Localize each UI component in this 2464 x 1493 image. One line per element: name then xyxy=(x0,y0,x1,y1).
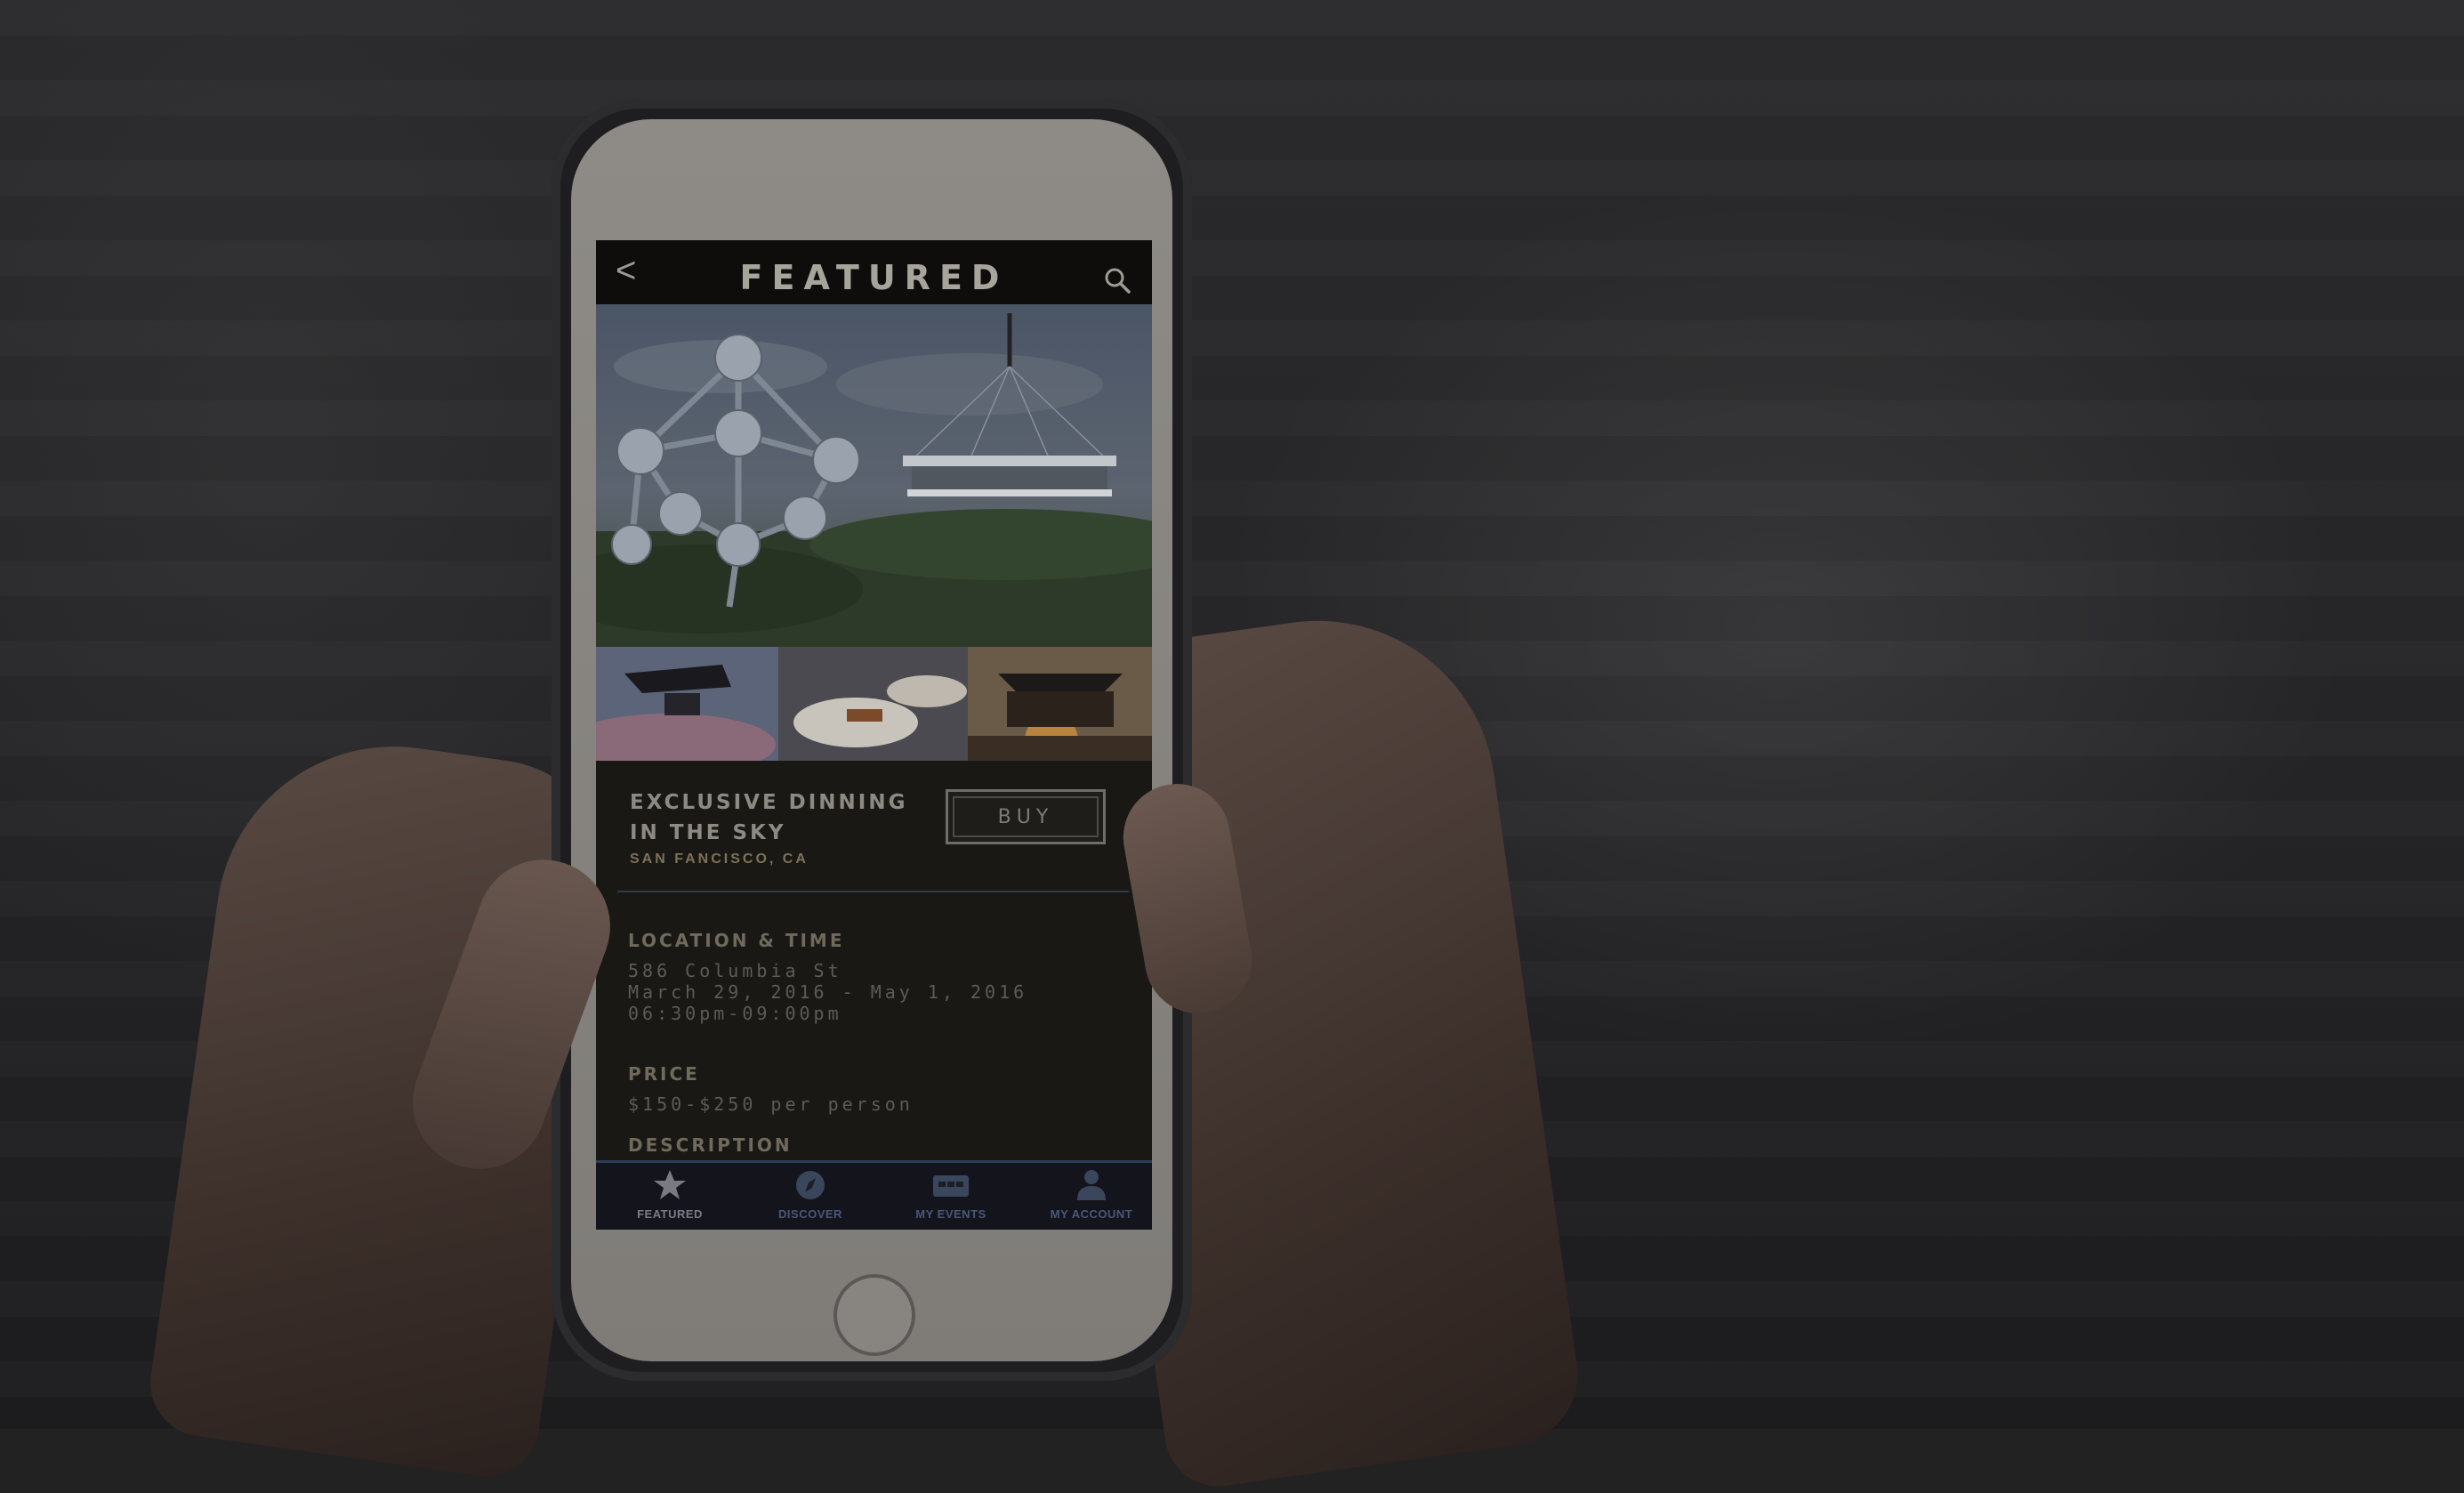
bottom-tab-bar: FEATURED DISCOVER MY EVENTS MY ACCOUNT xyxy=(596,1160,1152,1230)
tab-label-my-events: MY EVENTS xyxy=(915,1207,986,1221)
star-icon xyxy=(654,1170,686,1199)
event-hero-image[interactable] xyxy=(596,304,1152,647)
search-icon[interactable] xyxy=(1104,267,1131,294)
page-title: FEATURED xyxy=(739,258,1009,297)
home-button[interactable] xyxy=(833,1274,915,1356)
buy-button-label: BUY xyxy=(953,796,1099,837)
event-city: SAN FANCISCO, CA xyxy=(630,851,809,867)
tab-my-account[interactable]: MY ACCOUNT xyxy=(1025,1163,1152,1230)
top-navigation-bar: < FEATURED xyxy=(596,240,1152,304)
tab-featured[interactable]: FEATURED xyxy=(603,1163,737,1230)
description-heading: DESCRIPTION xyxy=(628,1134,793,1156)
ticket-icon xyxy=(933,1175,969,1197)
event-price: $150-$250 per person xyxy=(628,1094,914,1115)
compass-icon xyxy=(796,1171,825,1199)
event-gallery-thumbnails[interactable] xyxy=(596,647,1152,761)
app-screen: < FEATURED EXCLUSIVE DINNING IN THE SKY … xyxy=(596,240,1152,1230)
tab-label-featured: FEATURED xyxy=(637,1207,703,1221)
event-dates: March 29, 2016 - May 1, 2016 xyxy=(628,981,1028,1003)
event-address: 586 Columbia St xyxy=(628,960,842,981)
section-divider xyxy=(617,891,1129,892)
event-details-panel: EXCLUSIVE DINNING IN THE SKY SAN FANCISC… xyxy=(596,761,1152,1156)
price-heading: PRICE xyxy=(628,1063,700,1085)
location-time-heading: LOCATION & TIME xyxy=(628,930,845,951)
event-hours: 06:30pm-09:00pm xyxy=(628,1003,842,1024)
tab-label-discover: DISCOVER xyxy=(778,1207,842,1221)
event-title: EXCLUSIVE DINNING IN THE SKY xyxy=(630,791,908,844)
tab-label-my-account: MY ACCOUNT xyxy=(1050,1207,1133,1221)
buy-button[interactable]: BUY xyxy=(946,789,1106,844)
person-icon xyxy=(1077,1170,1106,1200)
tab-my-events[interactable]: MY EVENTS xyxy=(884,1163,1018,1230)
tab-discover[interactable]: DISCOVER xyxy=(744,1163,877,1230)
